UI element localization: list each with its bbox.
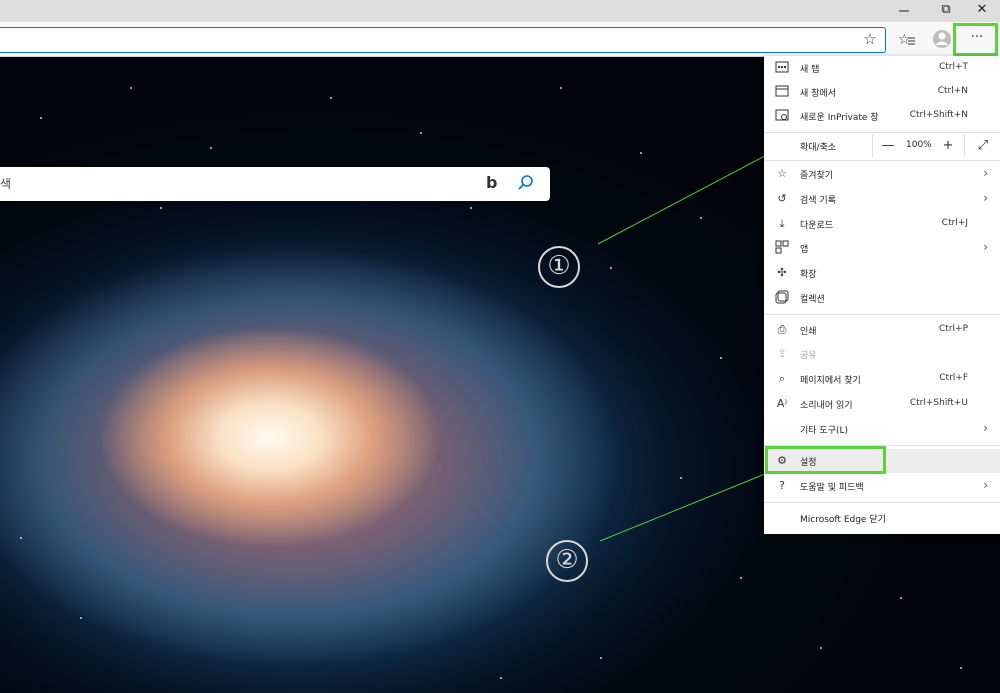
callout-line-2 [599, 471, 771, 542]
menu-item-print[interactable]: ⎙ 인쇄 Ctrl+P [764, 318, 1000, 342]
menu-item-find-on-page[interactable]: ⌕ 페이지에서 찾기 Ctrl+F [764, 367, 1000, 391]
menu-item-more-tools[interactable]: 기타 도구(L) › [764, 417, 1000, 441]
menu-item-shortcut: Ctrl+N [937, 86, 968, 96]
menu-item-shortcut: Ctrl+F [939, 373, 968, 383]
print-icon: ⎙ [777, 323, 787, 336]
new-tab-icon [774, 60, 790, 76]
inprivate-icon [774, 108, 790, 124]
read-aloud-icon: A⁾ [776, 397, 788, 410]
menu-item-label: 새 창에서 [800, 89, 836, 99]
menu-item-label: 다운로드 [800, 221, 834, 231]
menu-item-label: 검색 기록 [800, 196, 836, 206]
zoom-out-button[interactable]: — [872, 134, 903, 158]
menu-item-apps[interactable]: 앱 › [764, 236, 1000, 260]
history-icon: ↺ [777, 192, 787, 205]
menu-item-share[interactable]: ⇪ 공유 [764, 342, 1000, 366]
chevron-right-icon: › [983, 166, 988, 180]
settings-and-more-menu: 새 탭 Ctrl+T 새 창에서 Ctrl+N 새로운 InPrivate 창 … [764, 56, 1000, 534]
chevron-right-icon: › [983, 191, 988, 205]
extensions-icon: ✣ [777, 266, 787, 279]
menu-item-extensions[interactable]: ✣ 확장 [764, 261, 1000, 285]
menu-item-shortcut: Ctrl+T [938, 62, 968, 72]
menu-item-label: 공유 [800, 351, 817, 361]
menu-item-label: 새 탭 [800, 65, 820, 75]
menu-item-label: 기타 도구(L) [800, 426, 849, 436]
help-icon: ? [779, 479, 785, 492]
menu-item-label: 새로운 InPrivate 창 [800, 113, 879, 123]
chevron-right-icon: › [983, 240, 988, 254]
download-icon: ⤓ [779, 217, 785, 230]
zoom-in-button[interactable]: + [936, 134, 960, 158]
menu-item-new-inprivate-window[interactable]: 새로운 InPrivate 창 Ctrl+Shift+N [764, 104, 1000, 128]
menu-item-shortcut: Ctrl+P [939, 324, 968, 334]
favorites-icon: ☆ [777, 167, 787, 180]
menu-item-new-window[interactable]: 새 창에서 Ctrl+N [764, 80, 1000, 104]
menu-divider [764, 314, 1000, 315]
chevron-right-icon: › [983, 421, 988, 435]
chevron-right-icon: › [983, 478, 988, 492]
menu-item-new-tab[interactable]: 새 탭 Ctrl+T [764, 56, 1000, 80]
menu-item-label: 앱 [800, 245, 809, 255]
menu-item-label: 소리내어 읽기 [800, 401, 853, 411]
new-window-icon [774, 84, 790, 100]
menu-divider [764, 132, 1000, 133]
menu-item-shortcut: Ctrl+Shift+U [909, 398, 968, 408]
menu-item-history[interactable]: ↺ 검색 기록 › [764, 187, 1000, 211]
menu-divider [764, 445, 1000, 446]
menu-item-label: 확장 [800, 270, 817, 280]
menu-item-downloads[interactable]: ⤓ 다운로드 Ctrl+J [764, 212, 1000, 236]
menu-item-help-and-feedback[interactable]: ? 도움말 및 피드백 › [764, 474, 1000, 498]
zoom-level-value: 100% [906, 140, 932, 150]
menu-item-label: 인쇄 [800, 327, 817, 337]
menu-item-favorites[interactable]: ☆ 즐겨찾기 › [764, 162, 1000, 186]
menu-item-collections[interactable]: 컬렉션 [764, 286, 1000, 310]
collections-icon [774, 290, 790, 306]
apps-icon [774, 240, 790, 256]
menu-item-label: 컬렉션 [800, 295, 825, 305]
menu-item-shortcut: Ctrl+Shift+N [909, 110, 968, 120]
menu-item-label: 설정 [800, 458, 817, 468]
menu-item-settings[interactable]: ⚙ 설정 [764, 449, 1000, 473]
fullscreen-button[interactable]: ⤢ [964, 134, 1000, 158]
menu-item-shortcut: Ctrl+J [941, 218, 968, 228]
share-icon: ⇪ [777, 347, 787, 360]
menu-item-label: Microsoft Edge 닫기 [800, 515, 886, 525]
menu-item-label: 즐겨찾기 [800, 171, 834, 181]
gear-icon: ⚙ [777, 454, 787, 467]
menu-item-label: 도움말 및 피드백 [800, 483, 864, 493]
menu-item-read-aloud[interactable]: A⁾ 소리내어 읽기 Ctrl+Shift+U [764, 392, 1000, 416]
menu-item-label: 페이지에서 찾기 [800, 376, 861, 386]
zoom-label: 확대/축소 [800, 143, 837, 153]
menu-divider [764, 160, 1000, 161]
menu-item-zoom: 확대/축소 — 100% + ⤢ [764, 134, 1000, 158]
menu-item-close-edge[interactable]: Microsoft Edge 닫기 [764, 506, 1000, 530]
find-icon: ⌕ [778, 372, 786, 385]
menu-divider [764, 502, 1000, 503]
